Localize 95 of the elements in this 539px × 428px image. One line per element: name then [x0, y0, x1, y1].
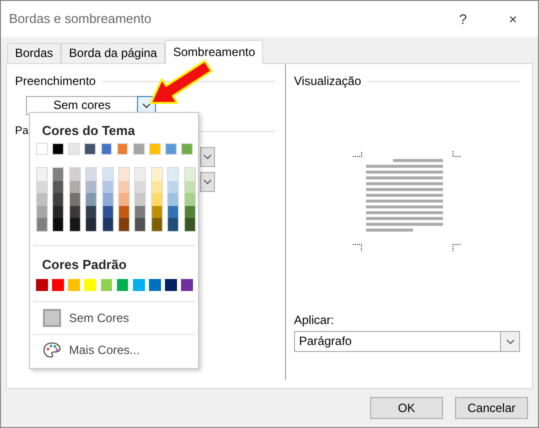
color-swatch[interactable] [37, 193, 47, 206]
color-swatch[interactable] [102, 168, 113, 181]
color-swatch[interactable] [86, 180, 96, 194]
color-swatch[interactable] [168, 218, 178, 231]
chevron-down-icon [203, 154, 212, 160]
color-swatch[interactable] [86, 218, 96, 231]
color-swatch[interactable] [116, 278, 128, 291]
apply-select[interactable]: Parágrafo [294, 331, 520, 352]
color-swatch[interactable] [86, 206, 96, 218]
color-swatch[interactable] [168, 206, 178, 218]
color-swatch[interactable] [37, 180, 47, 194]
color-swatch[interactable] [165, 278, 177, 291]
color-swatch[interactable] [152, 193, 162, 206]
dropdown-arrow-button[interactable] [200, 146, 215, 166]
color-swatch[interactable] [168, 193, 178, 206]
color-swatch[interactable] [70, 180, 80, 194]
color-swatch[interactable] [37, 218, 47, 231]
color-swatch[interactable] [184, 193, 195, 206]
window-title: Bordas e sombreamento [9, 10, 152, 28]
section-label: Visualização [294, 73, 362, 90]
color-swatch[interactable] [118, 180, 129, 194]
color-swatch[interactable] [102, 218, 113, 231]
color-swatch[interactable] [100, 278, 112, 291]
color-swatch[interactable] [181, 143, 194, 155]
color-swatch[interactable] [100, 143, 112, 155]
color-swatch[interactable] [102, 193, 113, 206]
field-label: Aplicar: [294, 312, 336, 329]
color-swatch[interactable] [118, 206, 129, 218]
section-label: Pa [15, 124, 28, 139]
color-swatch[interactable] [148, 278, 161, 291]
color-swatch[interactable] [168, 168, 178, 181]
chevron-down-icon [142, 102, 151, 108]
color-swatch[interactable] [184, 168, 195, 181]
dialog-button[interactable]: OK [370, 397, 443, 419]
no-color-icon [43, 308, 61, 327]
color-swatch[interactable] [53, 168, 64, 181]
menu-heading: Cores Padrão [41, 256, 128, 274]
color-swatch[interactable] [70, 168, 80, 181]
color-swatch[interactable] [52, 143, 64, 155]
color-swatch[interactable] [152, 206, 162, 218]
color-swatch[interactable] [68, 278, 80, 291]
color-swatch[interactable] [53, 206, 64, 218]
help-button[interactable]: ? [438, 8, 488, 30]
color-swatch[interactable] [53, 218, 64, 231]
color-swatch[interactable] [152, 180, 162, 194]
color-swatch[interactable] [37, 206, 47, 218]
color-swatch[interactable] [102, 180, 113, 194]
color-swatch[interactable] [135, 180, 146, 194]
color-swatch[interactable] [168, 180, 178, 194]
color-swatch[interactable] [86, 168, 96, 181]
tab[interactable]: Borda da página [61, 43, 166, 63]
color-swatch[interactable] [152, 218, 162, 231]
color-swatch[interactable] [132, 278, 145, 291]
color-swatch[interactable] [70, 193, 80, 206]
color-swatch[interactable] [52, 278, 64, 291]
color-swatch[interactable] [53, 180, 64, 194]
color-swatch[interactable] [184, 218, 195, 231]
color-swatch[interactable] [70, 218, 80, 231]
color-swatch[interactable] [84, 278, 96, 291]
color-swatch[interactable] [132, 143, 145, 155]
color-swatch[interactable] [135, 218, 146, 231]
color-swatch[interactable] [148, 143, 161, 155]
color-swatch[interactable] [102, 206, 113, 218]
color-swatch[interactable] [116, 143, 128, 155]
color-swatch[interactable] [135, 168, 146, 181]
color-swatch[interactable] [84, 143, 96, 155]
menu-item[interactable]: Sem Cores [69, 308, 130, 327]
color-swatch[interactable] [37, 168, 47, 181]
color-swatch[interactable] [135, 193, 146, 206]
color-swatch[interactable] [68, 143, 80, 155]
color-swatch[interactable] [36, 278, 48, 291]
color-swatch[interactable] [36, 143, 48, 155]
menu-heading: Cores do Tema [41, 122, 136, 140]
color-swatch[interactable] [53, 193, 64, 206]
dialog-button[interactable]: Cancelar [455, 397, 528, 419]
color-swatch[interactable] [165, 143, 177, 155]
color-swatch[interactable] [181, 278, 194, 291]
tab[interactable]: Bordas [7, 43, 62, 63]
color-swatch[interactable] [152, 168, 162, 181]
chevron-down-icon [203, 178, 212, 184]
color-swatch[interactable] [184, 180, 195, 194]
palette-icon [43, 342, 61, 358]
color-swatch[interactable] [86, 193, 96, 206]
color-swatch[interactable] [118, 218, 129, 231]
color-swatch[interactable] [118, 168, 129, 181]
tab[interactable]: Sombreamento [165, 40, 264, 64]
menu-item[interactable]: Mais Cores... [69, 341, 140, 360]
dropdown-arrow-button[interactable] [200, 172, 215, 192]
color-swatch[interactable] [70, 206, 80, 218]
color-swatch[interactable] [135, 206, 146, 218]
color-swatch[interactable] [118, 193, 129, 206]
chevron-down-icon [506, 338, 514, 344]
color-swatch[interactable] [184, 206, 195, 218]
close-button[interactable]: × [488, 8, 538, 30]
section-label: Preenchimento [15, 73, 96, 90]
